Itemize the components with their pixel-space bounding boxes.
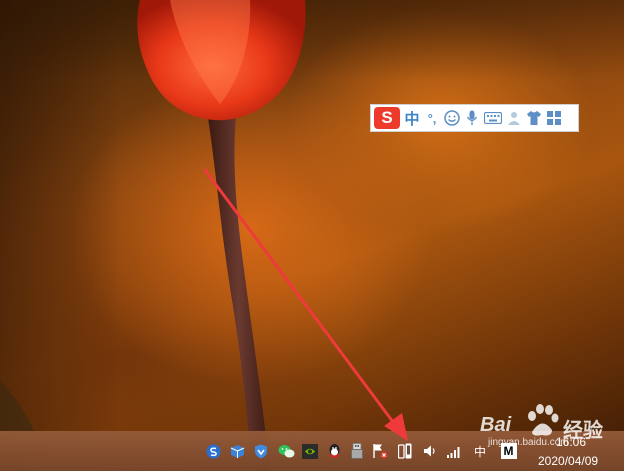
annotation-arrow	[203, 168, 408, 441]
annotation-arrow-line	[203, 168, 398, 428]
